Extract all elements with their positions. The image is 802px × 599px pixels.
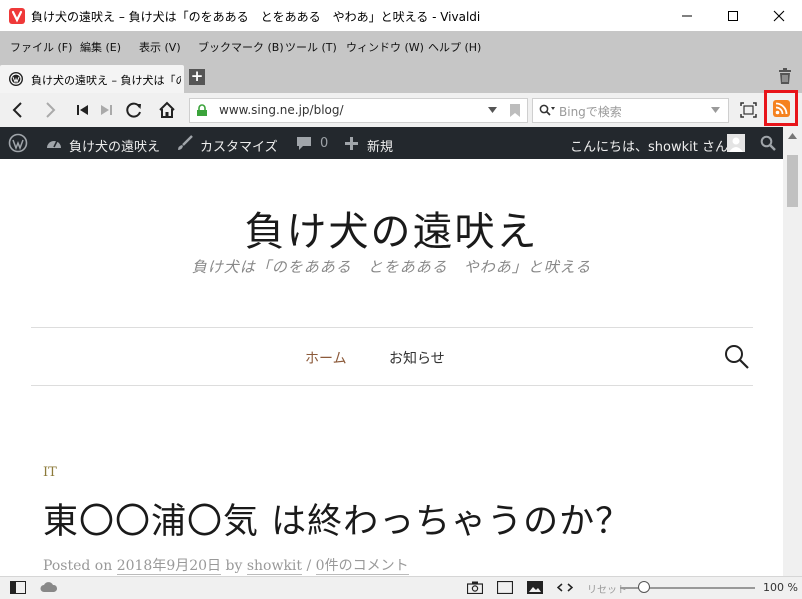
reload-icon[interactable]	[124, 100, 144, 120]
menu-edit[interactable]: 編集 (E)	[80, 39, 121, 55]
comment-bubble-icon[interactable]	[296, 136, 312, 151]
dashboard-gauge-icon	[45, 135, 63, 151]
tab-bar: 負け犬の遠吠え – 負け犬は「のを +	[0, 61, 802, 93]
comments-count[interactable]: 0	[320, 136, 328, 151]
close-button[interactable]	[756, 0, 802, 31]
scroll-thumb[interactable]	[787, 155, 798, 207]
wordpress-logo-icon[interactable]	[8, 133, 28, 153]
post-meta: Posted on 2018年9月20日 by showkit / 0件のコメン…	[43, 555, 409, 575]
address-field[interactable]: www.sing.ne.jp/blog/	[189, 98, 528, 123]
posted-on-label: Posted on	[43, 558, 113, 574]
menu-help[interactable]: ヘルプ (H)	[428, 39, 481, 55]
nav-divider-top	[31, 327, 753, 328]
avatar[interactable]	[727, 134, 745, 152]
rss-feed-icon[interactable]	[773, 100, 790, 117]
site-search-icon[interactable]	[724, 344, 750, 370]
forward-icon[interactable]	[40, 100, 60, 120]
menu-view[interactable]: 表示 (V)	[139, 39, 181, 55]
vivaldi-logo-icon	[9, 8, 25, 24]
home-icon[interactable]	[157, 100, 177, 120]
tab-title: 負け犬の遠吠え – 負け犬は「のを	[31, 74, 181, 87]
nav-divider-bottom	[31, 385, 753, 386]
back-icon[interactable]	[8, 100, 28, 120]
menu-bookmarks[interactable]: ブックマーク (B)	[198, 39, 284, 55]
tiling-icon[interactable]	[497, 581, 513, 594]
lock-icon	[196, 104, 208, 116]
address-toolbar: www.sing.ne.jp/blog/ Bingで検索	[0, 93, 802, 127]
trash-icon[interactable]	[778, 68, 792, 85]
post-title[interactable]: 東〇〇浦〇気 は終わっちゃうのか？	[43, 493, 631, 544]
wordpress-favicon-icon	[9, 72, 23, 86]
rewind-icon[interactable]	[73, 100, 93, 120]
window-title: 負け犬の遠吠え – 負け犬は「のをあある とをあある やわあ」と吠える - Vi…	[31, 10, 481, 24]
fast-forward-icon[interactable]	[97, 100, 117, 120]
menu-tools[interactable]: ツール (T)	[285, 39, 337, 55]
brush-icon	[176, 134, 194, 152]
maximize-button[interactable]	[710, 0, 756, 31]
wp-admin-bar: 負け犬の遠吠え カスタマイズ 0 新規 こんにちは、showkit さん	[0, 127, 802, 159]
post-comments-link[interactable]: 0件のコメント	[315, 558, 409, 575]
page-content: 負け犬の遠吠え 負け犬は「のをあある とをあある やわあ」と吠える ホーム お知…	[0, 159, 783, 576]
title-bar: 負け犬の遠吠え – 負け犬は「のをあある とをあある やわあ」と吠える - Vi…	[0, 0, 802, 31]
admin-greeting[interactable]: こんにちは、showkit さん	[570, 136, 728, 155]
meta-separator: /	[306, 558, 312, 574]
admin-site-name[interactable]: 負け犬の遠吠え	[69, 136, 160, 155]
site-description: 負け犬は「のをあある とをあある やわあ」と吠える	[191, 258, 592, 276]
capture-page-icon[interactable]	[740, 102, 757, 118]
admin-customize[interactable]: カスタマイズ	[200, 136, 278, 155]
nav-home[interactable]: ホーム	[305, 348, 347, 368]
dropdown-arrow-icon[interactable]	[488, 107, 497, 113]
zoom-level: 100 %	[763, 581, 798, 594]
minimize-button[interactable]	[664, 0, 710, 31]
search-field[interactable]: Bingで検索	[532, 98, 729, 123]
url-text: www.sing.ne.jp/blog/	[219, 103, 344, 117]
page-actions-icon[interactable]	[557, 581, 573, 594]
new-tab-plus-icon[interactable]: +	[189, 69, 205, 85]
panel-toggle-icon[interactable]	[10, 581, 26, 594]
post-author[interactable]: showkit	[246, 558, 303, 575]
scroll-up-arrow-icon[interactable]	[788, 133, 797, 139]
post-category[interactable]: IT	[43, 465, 57, 480]
camera-icon[interactable]	[467, 581, 483, 594]
plus-icon	[345, 137, 358, 150]
menu-file[interactable]: ファイル (F)	[10, 39, 72, 55]
status-bar: リセット 100 %	[0, 576, 802, 599]
menu-window[interactable]: ウィンドウ (W)	[346, 39, 424, 55]
search-placeholder: Bingで検索	[559, 105, 622, 119]
bookmark-icon[interactable]	[510, 104, 520, 117]
by-label: by	[225, 558, 243, 574]
nav-news[interactable]: お知らせ	[389, 348, 445, 368]
site-title[interactable]: 負け犬の遠吠え	[0, 199, 783, 257]
tab-active[interactable]: 負け犬の遠吠え – 負け犬は「のを	[0, 65, 184, 93]
image-toggle-icon[interactable]	[527, 581, 543, 594]
menu-bar: ファイル (F) 編集 (E) 表示 (V) ブックマーク (B) ツール (T…	[0, 31, 802, 61]
zoom-slider-handle[interactable]	[638, 581, 651, 593]
vertical-scrollbar[interactable]	[783, 127, 802, 576]
admin-search-icon[interactable]	[760, 135, 776, 151]
search-icon	[539, 104, 555, 117]
cloud-sync-icon[interactable]	[40, 581, 58, 593]
admin-new[interactable]: 新規	[367, 136, 393, 155]
search-dropdown-icon[interactable]	[711, 107, 720, 113]
post-date[interactable]: 2018年9月20日	[116, 558, 222, 575]
